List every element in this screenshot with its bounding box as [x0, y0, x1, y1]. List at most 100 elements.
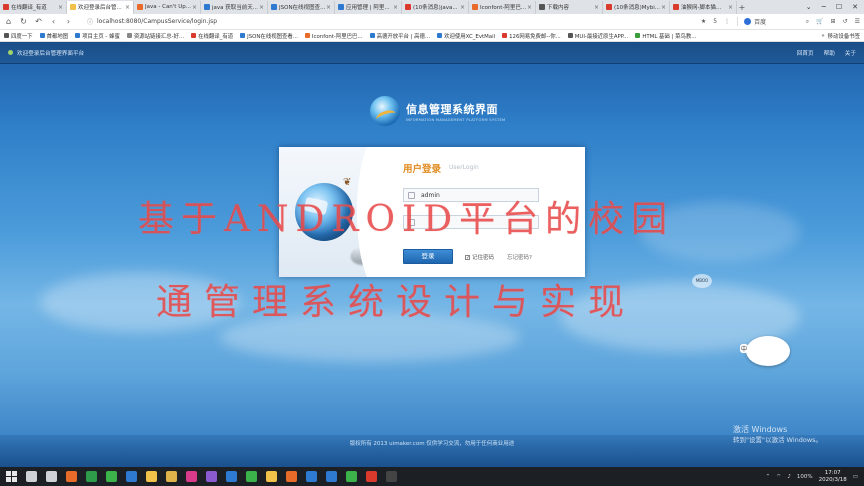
qq-icon[interactable] — [126, 471, 137, 482]
tab-close-icon[interactable]: × — [460, 4, 465, 11]
bookmark-label: 四度一下 — [11, 33, 33, 40]
tab-close-icon[interactable]: × — [259, 4, 264, 11]
terminal-icon[interactable] — [226, 471, 237, 482]
browser-tab[interactable]: JSON在线视图查... × — [268, 0, 335, 14]
network-icon[interactable]: ⌔ — [776, 473, 781, 480]
volume-icon[interactable]: ♪ — [787, 474, 791, 480]
cart-icon[interactable]: 🛒 — [816, 18, 823, 25]
vscode-icon[interactable] — [306, 471, 317, 482]
home-icon[interactable]: ⌂ — [4, 17, 13, 26]
battery-label: 100% — [796, 473, 813, 480]
bookmark-item[interactable]: HTML 基础 | 菜鸟教... — [635, 32, 696, 40]
page-info-icon[interactable]: ⓘ — [87, 17, 93, 26]
bookmark-favicon-icon — [304, 33, 310, 38]
photos-icon[interactable] — [166, 471, 177, 482]
login-button[interactable]: 登录 — [403, 249, 453, 264]
explorer-icon[interactable] — [146, 471, 157, 482]
notifications-icon[interactable]: ▭ — [853, 474, 858, 480]
tab-close-icon[interactable]: × — [326, 4, 331, 11]
notes-icon[interactable] — [266, 471, 277, 482]
firefox-icon[interactable] — [66, 471, 77, 482]
tab-close-icon[interactable]: × — [393, 4, 398, 11]
chrome-icon[interactable] — [86, 471, 97, 482]
close-window-icon[interactable]: ✕ — [852, 3, 858, 11]
music-icon[interactable] — [326, 471, 337, 482]
bookmarks-more-button[interactable]: » — [821, 33, 824, 39]
tab-close-icon[interactable]: × — [125, 4, 130, 11]
menu-icon[interactable]: ☰ — [855, 18, 860, 25]
tool-icon[interactable] — [366, 471, 377, 482]
browser-tab[interactable]: (10条消息)Mybi... × — [603, 0, 670, 14]
tab-close-icon[interactable]: × — [527, 4, 532, 11]
bookmark-item[interactable]: Iconfont-阿里巴巴... — [304, 32, 363, 40]
wechat-icon[interactable] — [106, 471, 117, 482]
refresh-icon[interactable]: ↻ — [19, 17, 28, 26]
bookmark-item[interactable]: 高德开放平台 | 高德... — [369, 32, 430, 40]
browser-tab[interactable]: 应用管理 | 阿里... × — [335, 0, 402, 14]
browser-tab[interactable]: 油猴网-脚本猫... × — [670, 0, 737, 14]
bookmark-item[interactable]: 欢迎使用XC_EvtMail — [437, 32, 495, 40]
browser-tab[interactable]: Iconfont-阿里巴... × — [469, 0, 536, 14]
forward-icon[interactable]: › — [64, 17, 73, 26]
forgot-password-link[interactable]: 忘记密码? — [507, 253, 532, 261]
undo-icon[interactable]: ↶ — [34, 17, 43, 26]
maximize-icon[interactable]: ☐ — [836, 3, 842, 11]
cmd-icon[interactable] — [386, 471, 397, 482]
windows-activation-watermark: 激活 Windows 转到"设置"以激活 Windows。 — [733, 425, 822, 445]
mobile-bookmarks-folder[interactable]: 移动设备书签 — [828, 32, 860, 40]
tab-close-icon[interactable]: × — [661, 4, 666, 11]
top-link[interactable]: 关于 — [845, 49, 856, 57]
bookmark-item[interactable]: 126网易免费邮--你... — [502, 32, 561, 40]
apps-grid-icon[interactable]: ⊞ — [831, 18, 836, 25]
remember-checkbox[interactable]: ✓ — [465, 254, 470, 260]
idea-icon[interactable] — [206, 471, 217, 482]
ide-icon[interactable] — [186, 471, 197, 482]
undo-close-icon[interactable]: ↺ — [843, 18, 848, 25]
bookmark-item[interactable]: 首都地图 — [39, 32, 68, 40]
bookmark-favicon-icon — [4, 33, 9, 38]
search-app-icon[interactable] — [26, 471, 37, 482]
task-view-icon[interactable] — [46, 471, 57, 482]
url-field[interactable]: ⓘ localhost:8080/CampusService/login.jsp — [87, 17, 695, 26]
window-menu-icon[interactable]: ⌄ — [806, 3, 812, 11]
browser-tab[interactable]: java 获取当前天... × — [201, 0, 268, 14]
browser-tab[interactable]: 在线翻译_有道 × — [0, 0, 67, 14]
tab-title: java 获取当前天... — [212, 5, 258, 11]
bookmark-item[interactable]: 项目主页 - 蜂蜜 — [75, 32, 120, 40]
star-icon[interactable]: ★ — [701, 18, 706, 25]
search-icon[interactable]: ⌕ — [806, 18, 809, 26]
browser-tab[interactable]: Java - Can't Up... × — [134, 0, 201, 14]
address-bar: ⌂ ↻ ↶ ‹ › ⓘ localhost:8080/CampusService… — [0, 14, 864, 30]
evernote-icon[interactable] — [346, 471, 357, 482]
tab-close-icon[interactable]: × — [192, 4, 197, 11]
browser-tab[interactable]: 欢迎登录后台管... × — [67, 0, 134, 14]
top-link[interactable]: 回首页 — [797, 49, 814, 57]
back-icon[interactable]: ‹ — [49, 17, 58, 26]
tray-expand-icon[interactable]: ⌃ — [766, 474, 771, 480]
sublime-icon[interactable] — [286, 471, 297, 482]
windows-start-icon[interactable] — [6, 471, 17, 482]
bookmark-item[interactable]: 四度一下 — [4, 32, 33, 40]
tab-close-icon[interactable]: × — [728, 4, 733, 11]
bookmark-item[interactable]: 在线翻译_有道 — [191, 32, 233, 40]
minimize-icon[interactable]: ─ — [822, 3, 826, 11]
tab-close-icon[interactable]: × — [58, 4, 63, 11]
tab-close-icon[interactable]: × — [594, 4, 599, 11]
bookmark-item[interactable]: JSON在线视图查看... — [240, 32, 298, 40]
tab-favicon-icon — [3, 4, 9, 10]
android-studio-icon[interactable] — [246, 471, 257, 482]
extensions-icon[interactable]: ⋮ — [724, 18, 730, 25]
bookmarks-right: » 移动设备书签 — [821, 32, 860, 40]
top-link[interactable]: 帮助 — [824, 49, 835, 57]
new-tab-button[interactable]: + — [737, 3, 747, 12]
windows-taskbar: ⌃ ⌔ ♪ 100% 17:07 2020/3/18 ▭ — [0, 467, 864, 486]
browser-tab[interactable]: (10条消息)java... × — [402, 0, 469, 14]
search-engine-box[interactable]: 百度 ⌕ — [737, 17, 809, 26]
remember-password[interactable]: ✓ 记住密码 — [465, 253, 494, 261]
browser-tab[interactable]: 下载内容 × — [536, 0, 603, 14]
taskbar-clock[interactable]: 17:07 2020/3/18 — [819, 470, 847, 484]
mascot-sheep[interactable]: 中 — [740, 330, 794, 366]
bookmark-item[interactable]: 资源站链接汇总-好... — [126, 32, 184, 40]
bookmark-item[interactable]: MUI-最接近原生APP... — [567, 32, 628, 40]
tab-title: Iconfont-阿里巴... — [480, 5, 526, 11]
